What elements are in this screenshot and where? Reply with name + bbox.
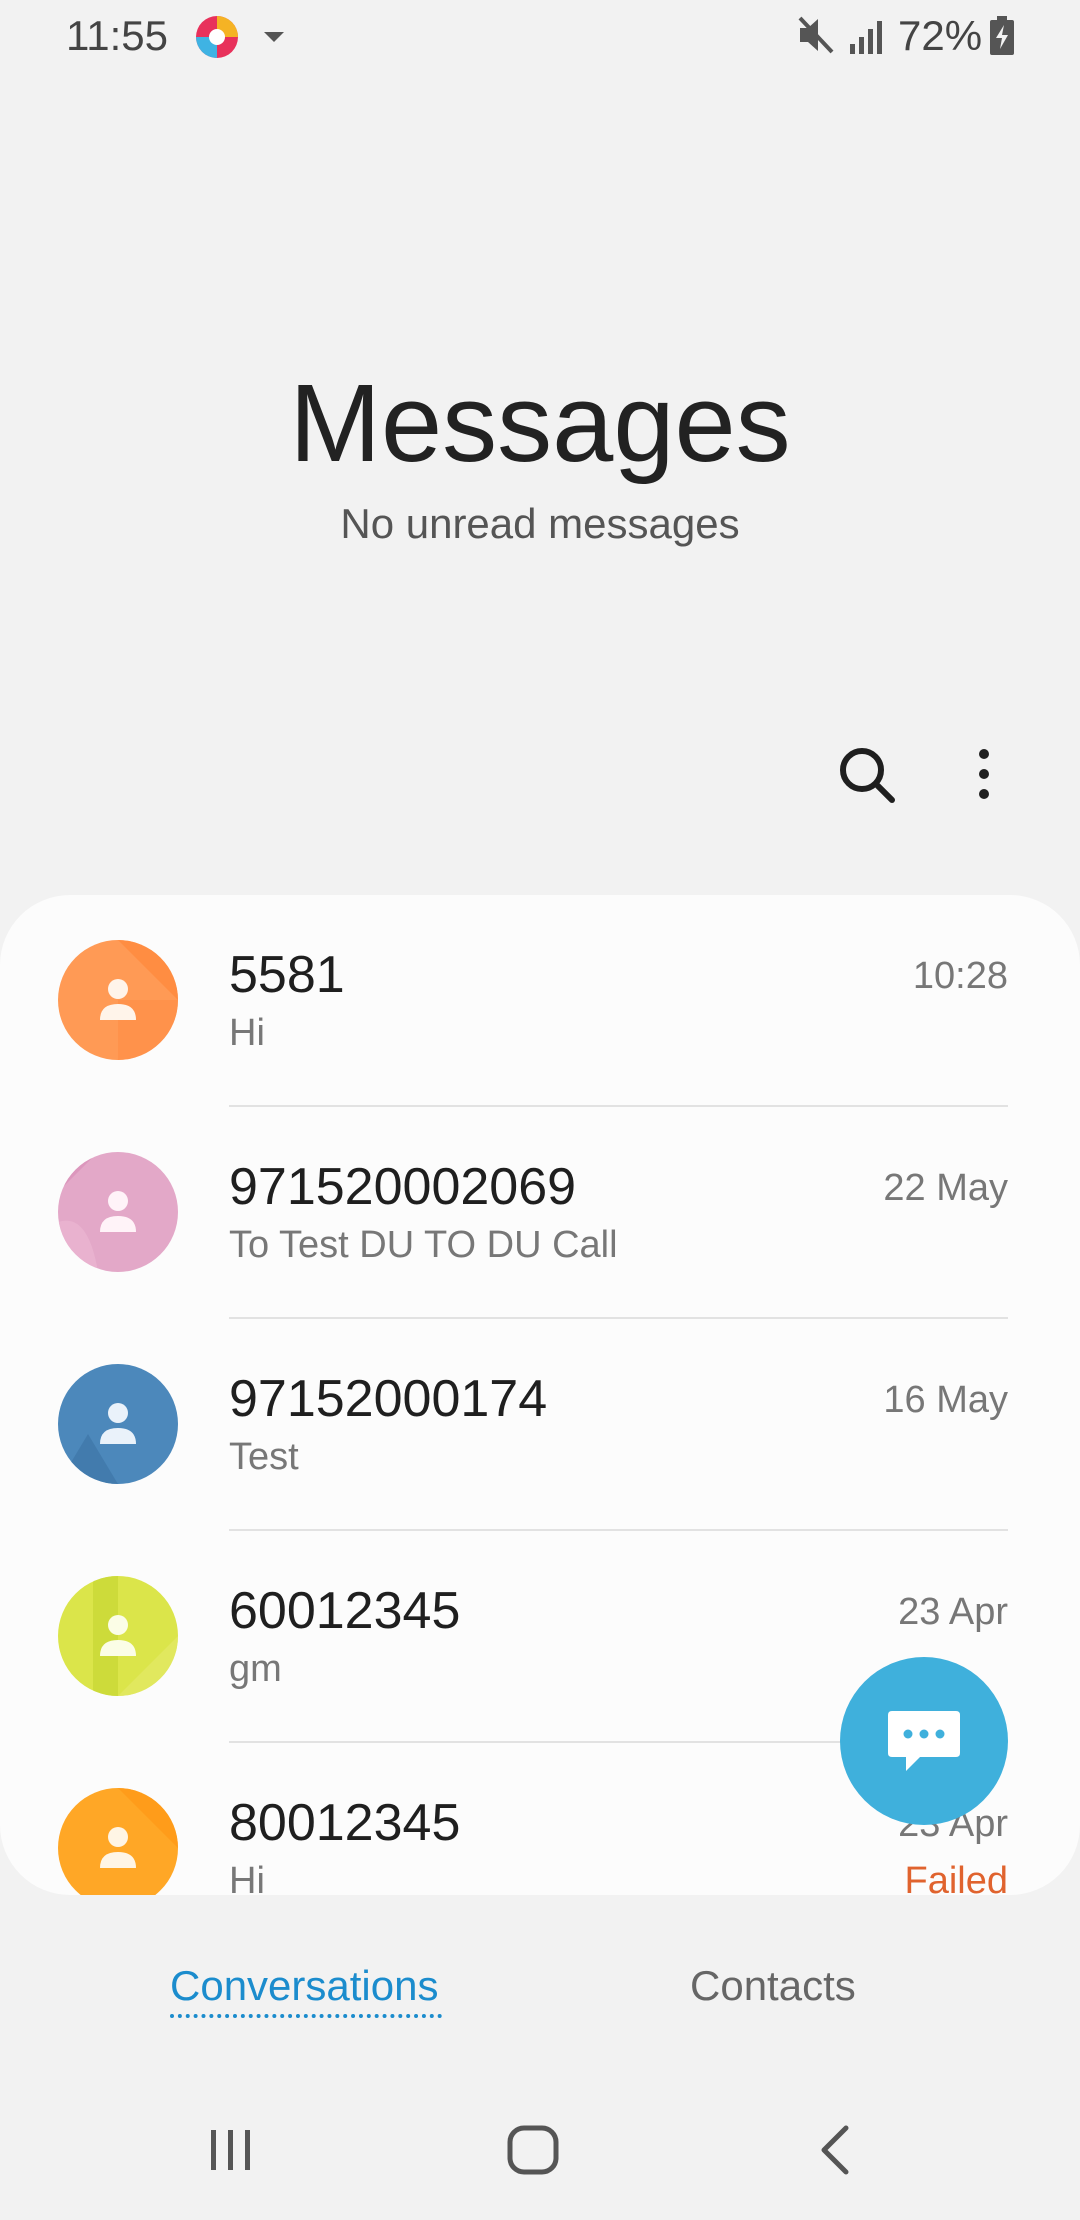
tab-conversations[interactable]: Conversations (170, 1962, 438, 2010)
contact-name: 971520002069 (229, 1158, 577, 1216)
page-title: Messages (289, 362, 791, 485)
status-bar: 11:55 72% (0, 0, 1080, 72)
avatar (58, 1152, 178, 1272)
back-button[interactable] (816, 2120, 856, 2180)
message-date: 10:28 (912, 955, 1008, 997)
recents-icon (211, 2130, 250, 2170)
message-snippet: To Test DU TO DU Call (229, 1224, 618, 1266)
contact-name: 60012345 (229, 1582, 461, 1640)
avatar (58, 1576, 178, 1696)
mute-icon (796, 14, 836, 56)
contact-icon (58, 1152, 178, 1272)
contact-icon (58, 1788, 178, 1895)
battery-percent: 72% (898, 12, 983, 59)
unread-status: No unread messages (340, 500, 740, 547)
search-icon (840, 748, 895, 803)
avatar (58, 1364, 178, 1484)
message-date: 16 May (883, 1379, 1008, 1421)
message-snippet: Hi (229, 1860, 265, 1895)
recents-button[interactable] (206, 2120, 256, 2180)
contact-icon (58, 940, 178, 1060)
avatar (58, 940, 178, 1060)
conversation-row[interactable]: 5581 Hi 10:28 (0, 895, 1080, 1107)
contact-name: 5581 (229, 946, 345, 1004)
more-options-icon (979, 749, 989, 799)
home-icon (507, 2125, 559, 2175)
contact-icon (58, 1576, 178, 1696)
app-notification-icon (194, 14, 240, 60)
message-snippet: gm (229, 1648, 282, 1690)
message-date: 22 May (883, 1167, 1008, 1209)
message-snippet: Test (229, 1436, 299, 1478)
active-tab-indicator (170, 2014, 442, 2018)
contact-icon (58, 1364, 178, 1484)
back-icon (821, 2125, 849, 2175)
contact-name: 97152000174 (229, 1370, 548, 1428)
conversation-row[interactable]: 971520002069 To Test DU TO DU Call 22 Ma… (0, 1107, 1080, 1319)
status-time: 11:55 (66, 12, 168, 59)
contact-name: 80012345 (229, 1794, 461, 1852)
more-options-button[interactable] (952, 740, 1016, 812)
dropdown-icon (264, 32, 284, 42)
tab-contacts[interactable]: Contacts (690, 1962, 856, 2010)
compose-button[interactable] (840, 1657, 1008, 1825)
message-snippet: Hi (229, 1012, 265, 1054)
battery-charging-icon (988, 16, 1016, 56)
avatar (58, 1788, 178, 1895)
search-button[interactable] (832, 740, 904, 812)
signal-icon (848, 18, 886, 56)
failed-status: Failed (904, 1860, 1009, 1895)
home-button[interactable] (506, 2120, 562, 2180)
compose-message-icon (888, 1711, 960, 1771)
message-date: 23 Apr (898, 1591, 1008, 1633)
conversation-row[interactable]: 97152000174 Test 16 May (0, 1319, 1080, 1531)
